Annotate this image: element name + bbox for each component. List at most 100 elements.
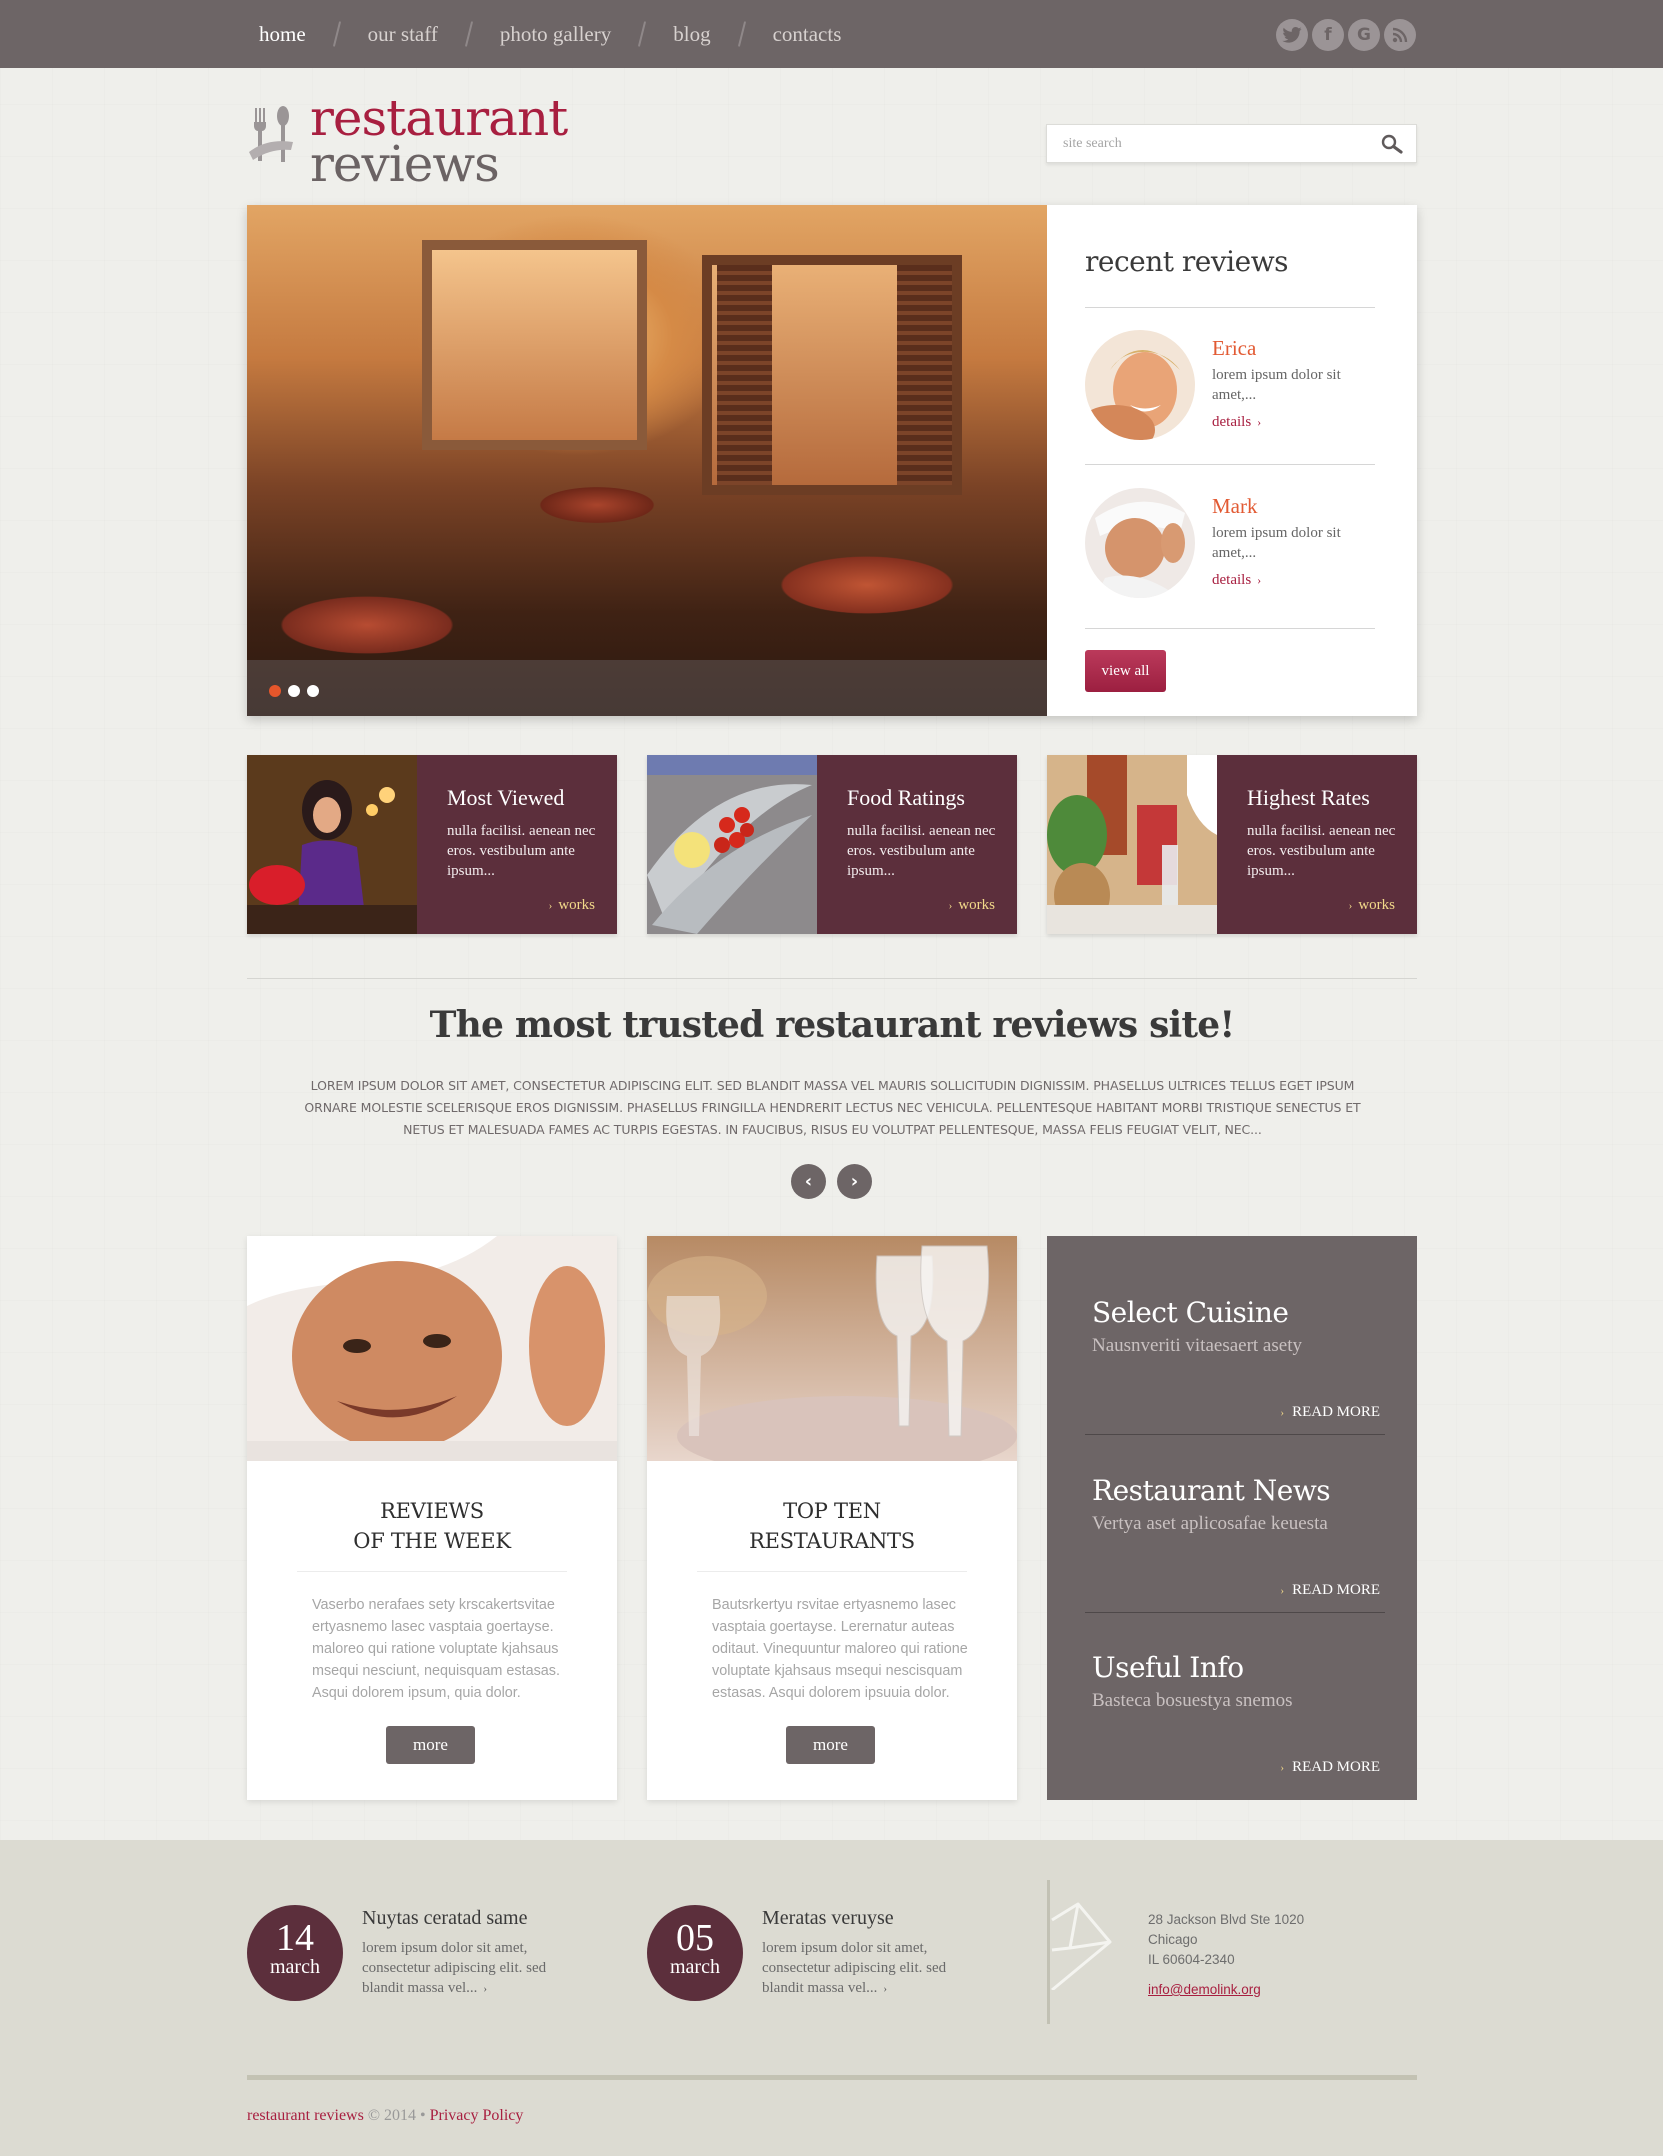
section-divider <box>247 978 1417 979</box>
contact-address: 28 Jackson Blvd Ste 1020 Chicago IL 6060… <box>1148 1910 1304 1970</box>
feature-box-food-ratings: Food Ratings nulla facilisi. aenean nec … <box>647 755 1017 934</box>
feature-image-table-setting[interactable] <box>1047 755 1217 934</box>
read-more-label: READ MORE <box>1292 1404 1380 1420</box>
event-title[interactable]: Nuytas ceratad same <box>362 1907 527 1930</box>
works-label: works <box>958 897 995 913</box>
nav-item-contacts[interactable]: contacts <box>773 22 842 47</box>
divider <box>1085 1612 1385 1613</box>
main-nav: home our staff photo gallery blog contac… <box>259 0 841 68</box>
event-text-content: lorem ipsum dolor sit amet, consectetur … <box>762 1940 947 1996</box>
email-link[interactable]: info@demolink.org <box>1148 1982 1261 1997</box>
info-links-panel: Select Cuisine Nausnveriti vitaesaert as… <box>1047 1236 1417 1800</box>
avatar-mark[interactable] <box>1085 488 1195 598</box>
slide-image-restaurant-interior[interactable] <box>247 205 1047 716</box>
details-label: details <box>1212 572 1252 588</box>
logo-text-reviews: reviews <box>310 135 500 193</box>
chevron-right-icon: › <box>1280 1407 1285 1419</box>
event-day: 05 <box>676 1917 714 1959</box>
card-text: Vaserbo nerafaes sety krscakertsvitae er… <box>312 1597 560 1701</box>
search-input[interactable] <box>1047 125 1347 162</box>
facebook-icon[interactable]: f <box>1312 19 1344 51</box>
view-all-button[interactable]: view all <box>1085 650 1166 692</box>
info-subtitle: Nausnveriti vitaesaert asety <box>1092 1335 1302 1356</box>
card-image-chef[interactable] <box>247 1236 617 1461</box>
event-title[interactable]: Meratas veruyse <box>762 1907 894 1930</box>
divider <box>1085 628 1375 629</box>
details-link[interactable]: details › <box>1212 414 1261 431</box>
event-date-badge: 05 march <box>647 1905 743 2001</box>
info-title: Select Cuisine <box>1092 1296 1289 1329</box>
slide-shutter-graphic <box>897 265 952 485</box>
feature-title: Food Ratings <box>847 785 965 810</box>
read-more-link[interactable]: › READ MORE <box>1280 1582 1380 1599</box>
review-item: Mark lorem ipsum dolor sit amet,... deta… <box>1085 488 1385 600</box>
chevron-right-icon[interactable]: › <box>883 1983 887 1995</box>
nav-item-home[interactable]: home <box>259 22 306 47</box>
card-title-line: OF THE WEEK <box>353 1529 511 1553</box>
copyright-text: © 2014 • <box>363 2107 430 2124</box>
card-top-ten-restaurants: TOP TEN RESTAURANTS Bautsrkertyu rsvitae … <box>647 1236 1017 1800</box>
nav-item-our-staff[interactable]: our staff <box>368 22 438 47</box>
slider-dot-3[interactable] <box>307 685 319 697</box>
divider <box>1085 464 1375 465</box>
card-image-wine-glasses[interactable] <box>647 1236 1017 1461</box>
feature-image-woman-dining[interactable] <box>247 755 417 934</box>
slider-pagination <box>269 685 319 697</box>
works-link[interactable]: › works <box>949 897 995 914</box>
read-more-link[interactable]: › READ MORE <box>1280 1759 1380 1776</box>
info-item-restaurant-news: Restaurant News Vertya aset aplicosafae … <box>1092 1474 1392 1599</box>
event-text-content: lorem ipsum dolor sit amet, consectetur … <box>362 1940 547 1996</box>
info-title: Useful Info <box>1092 1651 1244 1684</box>
event-month: march <box>270 1956 320 1978</box>
card-title: TOP TEN RESTAURANTS <box>647 1496 1017 1556</box>
info-item-select-cuisine: Select Cuisine Nausnveriti vitaesaert as… <box>1092 1296 1392 1421</box>
read-more-link[interactable]: › READ MORE <box>1280 1404 1380 1421</box>
details-link[interactable]: details › <box>1212 572 1261 589</box>
nav-item-blog[interactable]: blog <box>673 22 710 47</box>
event-item: 14 march Nuytas ceratad same lorem ipsum… <box>247 1905 587 2005</box>
address-line: Chicago <box>1148 1932 1198 1947</box>
feature-box-highest-rates: Highest Rates nulla facilisi. aenean nec… <box>1047 755 1417 934</box>
search-icon[interactable] <box>1380 133 1404 155</box>
prev-arrow-button[interactable]: ‹ <box>791 1164 826 1199</box>
feature-box-most-viewed: Most Viewed nulla facilisi. aenean nec e… <box>247 755 617 934</box>
card-title-line: REVIEWS <box>380 1499 484 1523</box>
next-arrow-button[interactable]: › <box>837 1164 872 1199</box>
event-day: 14 <box>276 1917 314 1959</box>
event-text: lorem ipsum dolor sit amet, consectetur … <box>762 1938 982 1999</box>
works-link[interactable]: › works <box>549 897 595 914</box>
more-button[interactable]: more <box>786 1726 875 1764</box>
chevron-right-icon: › <box>948 900 953 912</box>
rss-icon[interactable] <box>1384 19 1416 51</box>
divider <box>697 1571 967 1572</box>
avatar-erica[interactable] <box>1085 330 1195 440</box>
more-button[interactable]: more <box>386 1726 475 1764</box>
divider <box>1085 307 1375 308</box>
feature-text: nulla facilisi. aenean nec eros. vestibu… <box>1247 823 1396 879</box>
works-label: works <box>558 897 595 913</box>
feature-image-fish-dish[interactable] <box>647 755 817 934</box>
feature-text: nulla facilisi. aenean nec eros. vestibu… <box>847 823 996 879</box>
slider-dot-2[interactable] <box>288 685 300 697</box>
read-more-label: READ MORE <box>1292 1759 1380 1775</box>
site-logo[interactable]: restaurant reviews <box>247 92 587 193</box>
twitter-icon[interactable] <box>1276 19 1308 51</box>
chevron-right-icon: › <box>1257 573 1262 587</box>
recent-reviews-title: recent reviews <box>1085 245 1289 278</box>
nav-item-photo-gallery[interactable]: photo gallery <box>500 22 611 47</box>
chevron-left-icon: ‹ <box>804 1171 813 1192</box>
chevron-right-icon: › <box>1280 1762 1285 1774</box>
intro-heading: The most trusted restaurant reviews site… <box>429 1004 1236 1046</box>
slider-dot-1[interactable] <box>269 685 281 697</box>
address-line: IL 60604-2340 <box>1148 1952 1235 1967</box>
works-link[interactable]: › works <box>1349 897 1395 914</box>
event-text: lorem ipsum dolor sit amet, consectetur … <box>362 1938 582 1999</box>
nav-separator <box>611 19 673 49</box>
chevron-right-icon[interactable]: › <box>483 1983 487 1995</box>
info-subtitle: Vertya aset aplicosafae keuesta <box>1092 1513 1328 1534</box>
review-excerpt: lorem ipsum dolor sit amet,... <box>1212 367 1341 403</box>
card-title-line: RESTAURANTS <box>749 1529 915 1553</box>
google-icon[interactable]: G <box>1348 19 1380 51</box>
privacy-policy-link[interactable]: Privacy Policy <box>430 2107 524 2124</box>
event-date-badge: 14 march <box>247 1905 343 2001</box>
